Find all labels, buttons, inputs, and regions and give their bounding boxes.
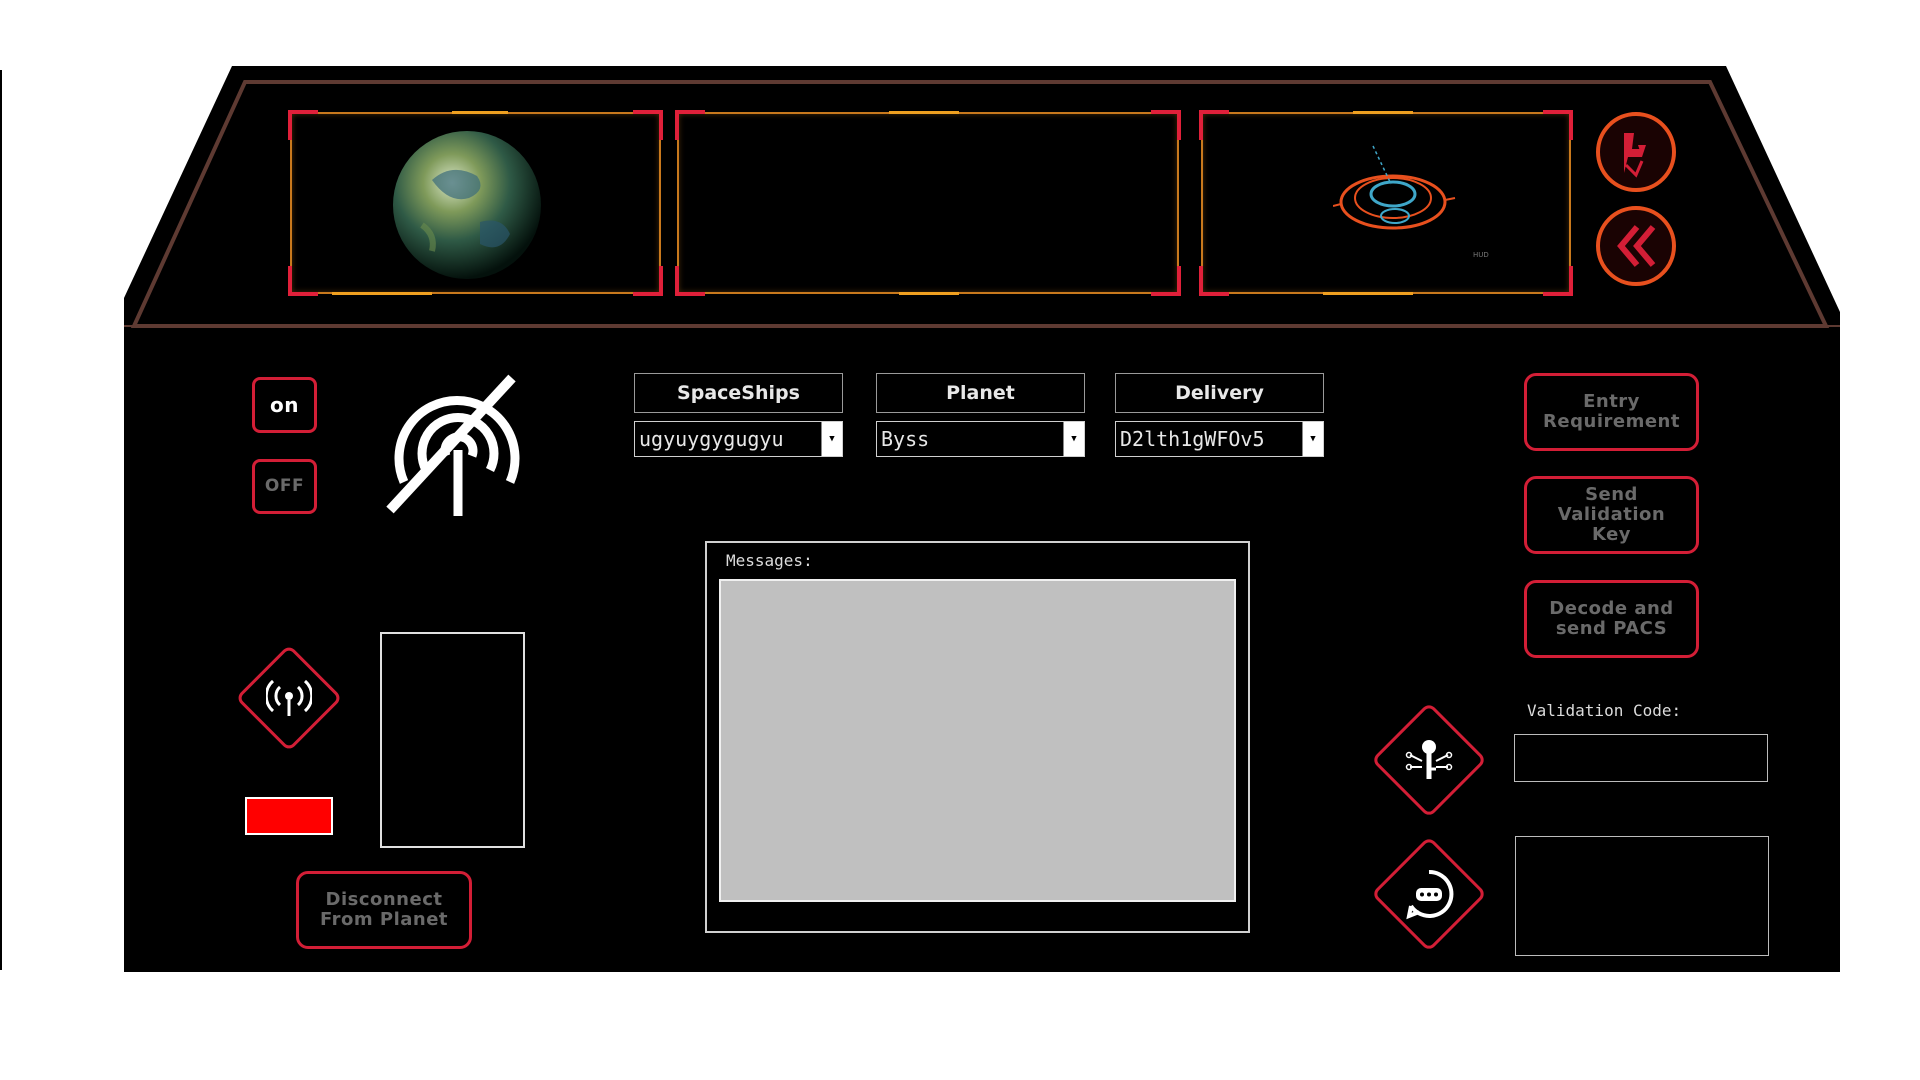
spaceships-select[interactable]: ugyuygygugyu ▼ xyxy=(634,421,843,457)
message-bubble-icon xyxy=(1392,857,1466,931)
center-viewscreen xyxy=(675,110,1181,296)
spaceships-label: SpaceShips xyxy=(634,373,843,413)
delivery-label: Delivery xyxy=(1115,373,1324,413)
planet-select-value: Byss xyxy=(881,427,930,451)
no-signal-icon xyxy=(386,374,520,516)
control-console: HUD on OFF Disconnect From Planet SpaceS… xyxy=(0,0,1920,1080)
on-button[interactable]: on xyxy=(252,377,317,433)
dropdown-arrow-icon: ▼ xyxy=(821,422,842,456)
delivery-select[interactable]: D2lth1gWFOv5 ▼ xyxy=(1115,421,1324,457)
circuit-key-icon xyxy=(1392,723,1466,797)
messages-panel: Messages: xyxy=(705,541,1250,933)
dropdown-arrow-icon: ▼ xyxy=(1063,422,1084,456)
send-validation-key-button[interactable]: Send Validation Key xyxy=(1524,476,1699,554)
validation-code-label: Validation Code: xyxy=(1527,701,1682,720)
messages-label: Messages: xyxy=(726,551,813,570)
pilot-seat-icon xyxy=(1624,133,1646,178)
hud-viewscreen: HUD xyxy=(1199,110,1573,296)
validation-output-box xyxy=(1515,836,1769,956)
off-button[interactable]: OFF xyxy=(252,459,317,514)
spaceships-select-value: ugyuygygugyu xyxy=(639,427,784,451)
pilot-seat-button[interactable] xyxy=(1596,112,1676,192)
back-button[interactable] xyxy=(1596,206,1676,286)
hud-caption: HUD xyxy=(1473,251,1489,259)
messages-textarea[interactable] xyxy=(719,579,1236,902)
signal-display-box xyxy=(380,632,525,848)
planet-select[interactable]: Byss ▼ xyxy=(876,421,1085,457)
dropdown-arrow-icon: ▼ xyxy=(1302,422,1323,456)
delivery-select-value: D2lth1gWFOv5 xyxy=(1120,427,1265,451)
decode-send-pacs-button[interactable]: Decode and send PACS xyxy=(1524,580,1699,658)
hud-graphic xyxy=(1333,145,1456,230)
disconnect-button[interactable]: Disconnect From Planet xyxy=(296,871,472,949)
broadcast-icon xyxy=(255,664,323,732)
planet-label: Planet xyxy=(876,373,1085,413)
validation-code-input[interactable] xyxy=(1514,734,1768,782)
status-indicator xyxy=(245,797,333,835)
planet-image xyxy=(393,131,541,279)
planet-viewscreen xyxy=(288,110,663,296)
double-chevron-left-icon xyxy=(1617,225,1656,267)
entry-requirement-button[interactable]: Entry Requirement xyxy=(1524,373,1699,451)
